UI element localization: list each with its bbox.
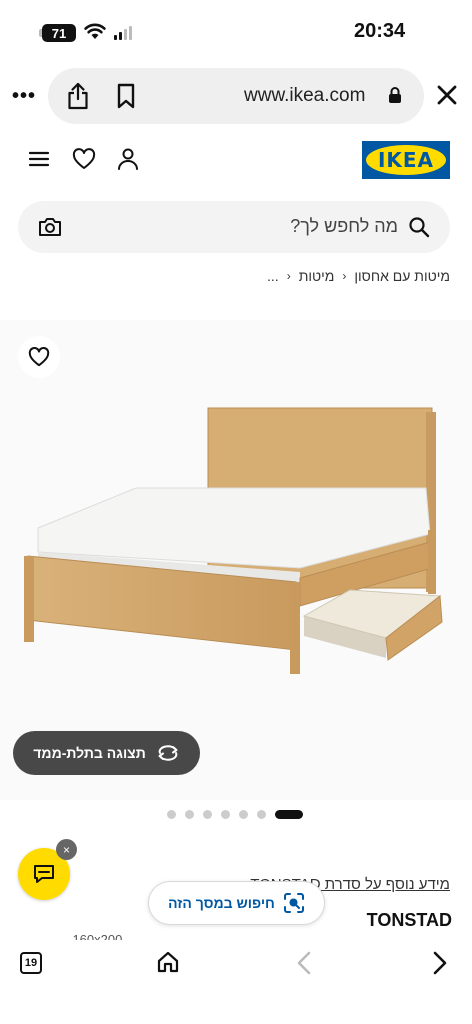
heart-icon bbox=[28, 347, 50, 367]
carousel-dot[interactable] bbox=[221, 810, 230, 819]
close-icon[interactable] bbox=[436, 84, 458, 106]
wifi-icon bbox=[84, 23, 106, 39]
view-3d-button[interactable]: תצוגה בתלת-ממד bbox=[13, 731, 200, 775]
home-icon[interactable] bbox=[156, 950, 180, 974]
ikea-logo-wordmark: IKEA bbox=[377, 148, 435, 172]
url-text: www.ikea.com bbox=[244, 85, 366, 106]
status-bar: 71 20:34 bbox=[0, 0, 472, 62]
url-field[interactable]: www.ikea.com bbox=[48, 68, 424, 124]
forward-icon[interactable] bbox=[430, 950, 450, 976]
breadcrumb-item-more[interactable]: ... bbox=[267, 268, 279, 284]
search-input[interactable]: מה לחפש לך? bbox=[18, 201, 450, 253]
visual-search-button[interactable]: חיפוש במסך הזה bbox=[148, 881, 325, 925]
visual-search-label: חיפוש במסך הזה bbox=[168, 895, 275, 911]
chevron-left-icon: ‹ bbox=[286, 269, 291, 283]
battery-indicator: 71 bbox=[39, 24, 76, 42]
more-options-icon[interactable]: ••• bbox=[10, 82, 38, 110]
bed-illustration bbox=[24, 407, 443, 674]
status-time: 20:34 bbox=[354, 20, 406, 42]
tabs-button[interactable]: 19 bbox=[20, 952, 42, 974]
breadcrumb: ... ‹ מיטות ‹ מיטות עם אחסון bbox=[267, 268, 450, 284]
chat-icon bbox=[34, 865, 54, 883]
carousel-dot[interactable] bbox=[185, 810, 194, 819]
lock-icon bbox=[389, 87, 401, 103]
carousel-dot[interactable] bbox=[257, 810, 266, 819]
cellular-signal-icon bbox=[114, 24, 132, 40]
search-placeholder: מה לחפש לך? bbox=[290, 216, 398, 236]
rotate-3d-icon bbox=[158, 745, 178, 761]
browser-toolbar: 19 bbox=[0, 940, 472, 1024]
chat-dismiss-button[interactable]: × bbox=[56, 839, 77, 860]
view-3d-label: תצוגה בתלת-ממד bbox=[33, 745, 146, 761]
breadcrumb-item-beds[interactable]: מיטות bbox=[299, 268, 335, 284]
product-name: TONSTAD bbox=[366, 910, 452, 930]
breadcrumb-item-storage-beds[interactable]: מיטות עם אחסון bbox=[354, 268, 450, 284]
browser-address-bar: ••• www.ikea.com bbox=[0, 66, 472, 128]
ikea-logo[interactable]: IKEA bbox=[362, 141, 450, 179]
back-icon[interactable] bbox=[294, 950, 314, 976]
carousel-dot[interactable] bbox=[239, 810, 248, 819]
share-icon[interactable] bbox=[66, 82, 90, 110]
user-icon[interactable] bbox=[116, 147, 140, 171]
carousel-dot[interactable] bbox=[203, 810, 212, 819]
image-carousel-indicator bbox=[0, 810, 472, 820]
visual-search-icon bbox=[283, 893, 304, 913]
camera-icon[interactable] bbox=[38, 216, 62, 238]
product-image[interactable] bbox=[0, 320, 472, 800]
bookmark-icon[interactable] bbox=[116, 83, 136, 109]
chevron-left-icon: ‹ bbox=[342, 269, 347, 283]
search-icon[interactable] bbox=[408, 216, 430, 238]
carousel-dot[interactable] bbox=[167, 810, 176, 819]
battery-level: 71 bbox=[51, 25, 67, 41]
heart-icon[interactable] bbox=[72, 148, 96, 170]
carousel-dot[interactable] bbox=[275, 810, 303, 819]
add-to-favorites-button[interactable] bbox=[18, 336, 60, 378]
site-header: IKEA bbox=[0, 138, 472, 186]
menu-icon[interactable] bbox=[28, 150, 50, 168]
